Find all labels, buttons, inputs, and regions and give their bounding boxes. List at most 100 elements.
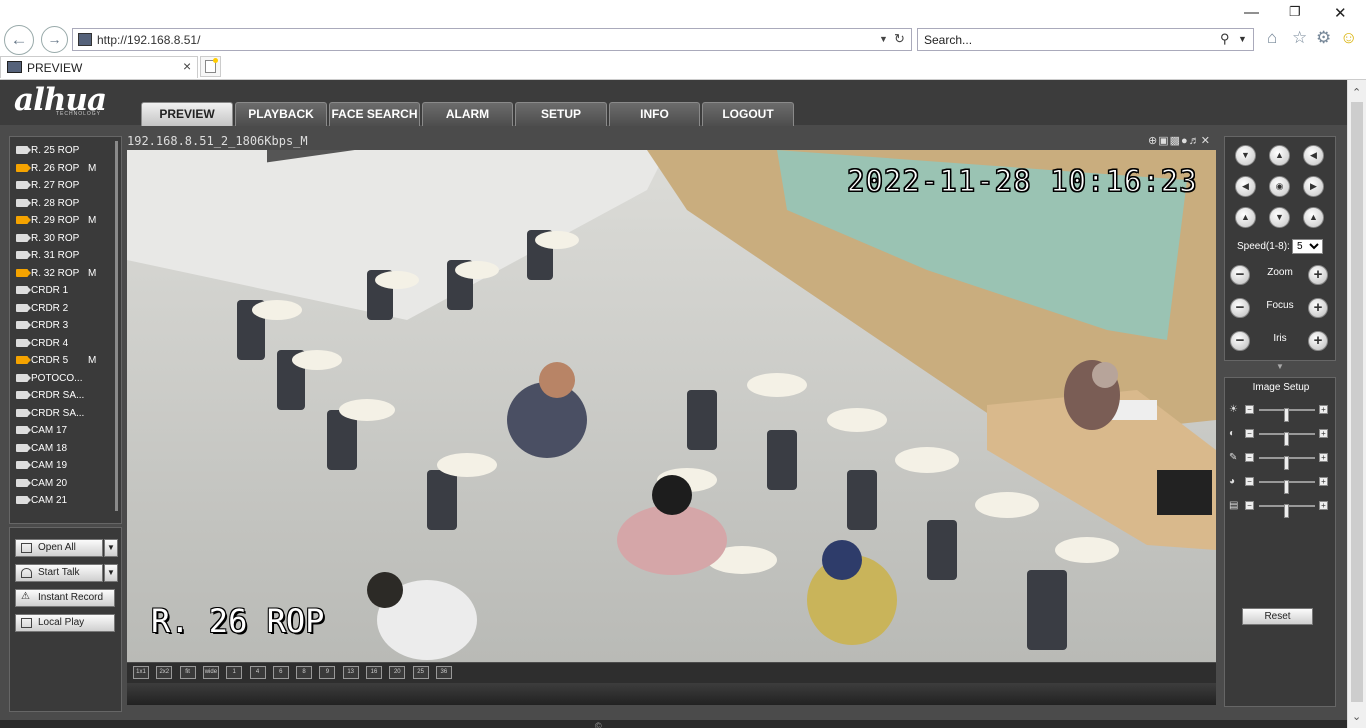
camera-item[interactable]: R. 31 ROP [16, 250, 79, 266]
layout-6-button[interactable]: 6 [272, 666, 289, 679]
layout-1-button[interactable]: 1 [226, 666, 243, 679]
camera-item[interactable]: CRDR SA... [16, 390, 84, 406]
close-tab-icon[interactable]: × [183, 58, 191, 74]
collapse-ptz-icon[interactable]: ▼ [1224, 363, 1336, 373]
iris-open-button[interactable]: + [1308, 331, 1328, 351]
ptz-down-right-icon[interactable]: ▲ [1303, 207, 1324, 228]
slider-track[interactable] [1259, 456, 1315, 470]
ptz-up-left-icon[interactable]: ▼ [1235, 145, 1256, 166]
layout-13-button[interactable]: 13 [342, 666, 359, 679]
slider-decrease-button[interactable]: − [1245, 453, 1254, 462]
camera-item[interactable]: CRDR 3 [16, 320, 68, 336]
start-talk-dropdown-icon[interactable]: ▼ [104, 564, 118, 582]
ptz-up-icon[interactable]: ▲ [1269, 145, 1290, 166]
layout-wide-button[interactable]: wide [202, 666, 219, 679]
layout-16-button[interactable]: 16 [366, 666, 382, 679]
focus-near-button[interactable]: − [1230, 298, 1250, 318]
ptz-auto-icon[interactable]: ◉ [1269, 176, 1290, 197]
tab-logout[interactable]: LOGOUT [702, 102, 794, 126]
tab-preview[interactable]: PREVIEW [141, 102, 233, 126]
slider-thumb[interactable] [1284, 456, 1289, 470]
slider-increase-button[interactable]: + [1319, 477, 1328, 486]
camera-item[interactable]: R. 29 ROP M [16, 215, 96, 231]
minimize-icon[interactable]: — [1244, 4, 1259, 21]
camera-item[interactable]: R. 25 ROP [16, 145, 79, 161]
home-icon[interactable]: ⌂ [1267, 28, 1277, 48]
camera-item[interactable]: CRDR SA... [16, 408, 84, 424]
layout-25-button[interactable]: 25 [412, 666, 429, 679]
layout-8-button[interactable]: 8 [296, 666, 313, 679]
camera-item[interactable]: R. 28 ROP [16, 198, 79, 214]
search-input[interactable] [924, 32, 1204, 48]
start-talk-button[interactable]: Start Talk ▼ [15, 564, 118, 582]
reset-button[interactable]: Reset [1242, 608, 1313, 625]
search-dropdown-icon[interactable]: ▼ [1238, 34, 1247, 44]
local-play-button[interactable]: Local Play [15, 614, 115, 632]
camera-item[interactable]: R. 27 ROP [16, 180, 79, 196]
tab-playback[interactable]: PLAYBACK [235, 102, 327, 126]
slider-track[interactable] [1259, 480, 1315, 494]
layout-4-button[interactable]: 4 [249, 666, 266, 679]
layout-2x2-button[interactable]: 2x2 [156, 666, 173, 679]
browser-tab[interactable]: PREVIEW × [0, 56, 198, 78]
record-icon[interactable]: ● [1181, 135, 1189, 147]
new-tab-button[interactable] [200, 56, 221, 77]
camera-item[interactable]: CAM 19 [16, 460, 67, 476]
settings-gear-icon[interactable]: ⚙ [1316, 28, 1331, 48]
search-icon[interactable]: ⚲ [1220, 31, 1230, 47]
slider-decrease-button[interactable]: − [1245, 429, 1254, 438]
page-scrollbar[interactable]: ⌃ ⌄ [1347, 80, 1366, 728]
search-box[interactable]: ⚲ ▼ [917, 28, 1254, 51]
camera-item[interactable]: R. 32 ROP M [16, 268, 96, 284]
camera-item[interactable]: CRDR 5 M [16, 355, 96, 371]
camera-item[interactable]: POTOCO... [16, 373, 83, 389]
slider-track[interactable] [1259, 504, 1315, 518]
slider-track[interactable] [1259, 432, 1315, 446]
forward-button[interactable]: → [41, 26, 68, 53]
ptz-up-right-icon[interactable]: ◀ [1303, 145, 1324, 166]
open-all-button[interactable]: Open All ▼ [15, 539, 118, 557]
ptz-down-icon[interactable]: ▼ [1269, 207, 1290, 228]
camera-item[interactable]: CAM 21 [16, 495, 67, 511]
close-video-icon[interactable]: ✕ [1201, 135, 1211, 147]
feedback-smiley-icon[interactable]: ☺ [1340, 28, 1357, 48]
video-window[interactable]: 2022-11-28 10:16:23 R. 26 ROP [127, 150, 1216, 662]
slider-increase-button[interactable]: + [1319, 453, 1328, 462]
scrollbar-thumb[interactable] [1351, 102, 1363, 702]
favorites-star-icon[interactable]: ☆ [1292, 28, 1307, 48]
tab-info[interactable]: INFO [609, 102, 700, 126]
slider-thumb[interactable] [1284, 480, 1289, 494]
speed-select[interactable]: 5 [1292, 239, 1323, 254]
ptz-right-icon[interactable]: ▶ [1303, 176, 1324, 197]
tab-face-search[interactable]: FACE SEARCH [329, 102, 420, 126]
scroll-up-icon[interactable]: ⌃ [1352, 86, 1361, 99]
address-bar[interactable]: http://192.168.8.51/ ▼ ↻ [72, 28, 912, 51]
camera-item[interactable]: CRDR 2 [16, 303, 68, 319]
layout-20-button[interactable]: 20 [389, 666, 406, 679]
camera-item[interactable]: CAM 18 [16, 443, 67, 459]
layout-fit-button[interactable]: fit [179, 666, 196, 679]
back-button[interactable]: ← [4, 25, 34, 55]
slider-thumb[interactable] [1284, 504, 1289, 518]
zoom-out-button[interactable]: − [1230, 265, 1250, 285]
camera-item[interactable]: CAM 20 [16, 478, 67, 494]
zoom-in-button[interactable]: + [1308, 265, 1328, 285]
camera-list-scrollbar[interactable] [115, 141, 118, 511]
slider-thumb[interactable] [1284, 432, 1289, 446]
camera-item[interactable]: CAM 17 [16, 425, 67, 441]
tab-alarm[interactable]: ALARM [422, 102, 513, 126]
ptz-down-left-icon[interactable]: ▲ [1235, 207, 1256, 228]
layout-1x1-button[interactable]: 1x1 [133, 666, 149, 679]
close-window-icon[interactable]: ✕ [1334, 4, 1347, 22]
layout-36-button[interactable]: 36 [435, 666, 452, 679]
audio-icon[interactable]: ♬ [1189, 135, 1201, 147]
ptz-left-icon[interactable]: ◀ [1235, 176, 1256, 197]
camera-item[interactable]: CRDR 1 [16, 285, 68, 301]
slider-decrease-button[interactable]: − [1245, 477, 1254, 486]
instant-record-button[interactable]: ⚠ Instant Record [15, 589, 115, 607]
snapshot-icon[interactable]: ▣ [1158, 135, 1169, 147]
layout-9-button[interactable]: 9 [319, 666, 336, 679]
address-dropdown-icon[interactable]: ▼ [879, 34, 888, 44]
camera-item[interactable]: CRDR 4 [16, 338, 68, 354]
focus-far-button[interactable]: + [1308, 298, 1328, 318]
